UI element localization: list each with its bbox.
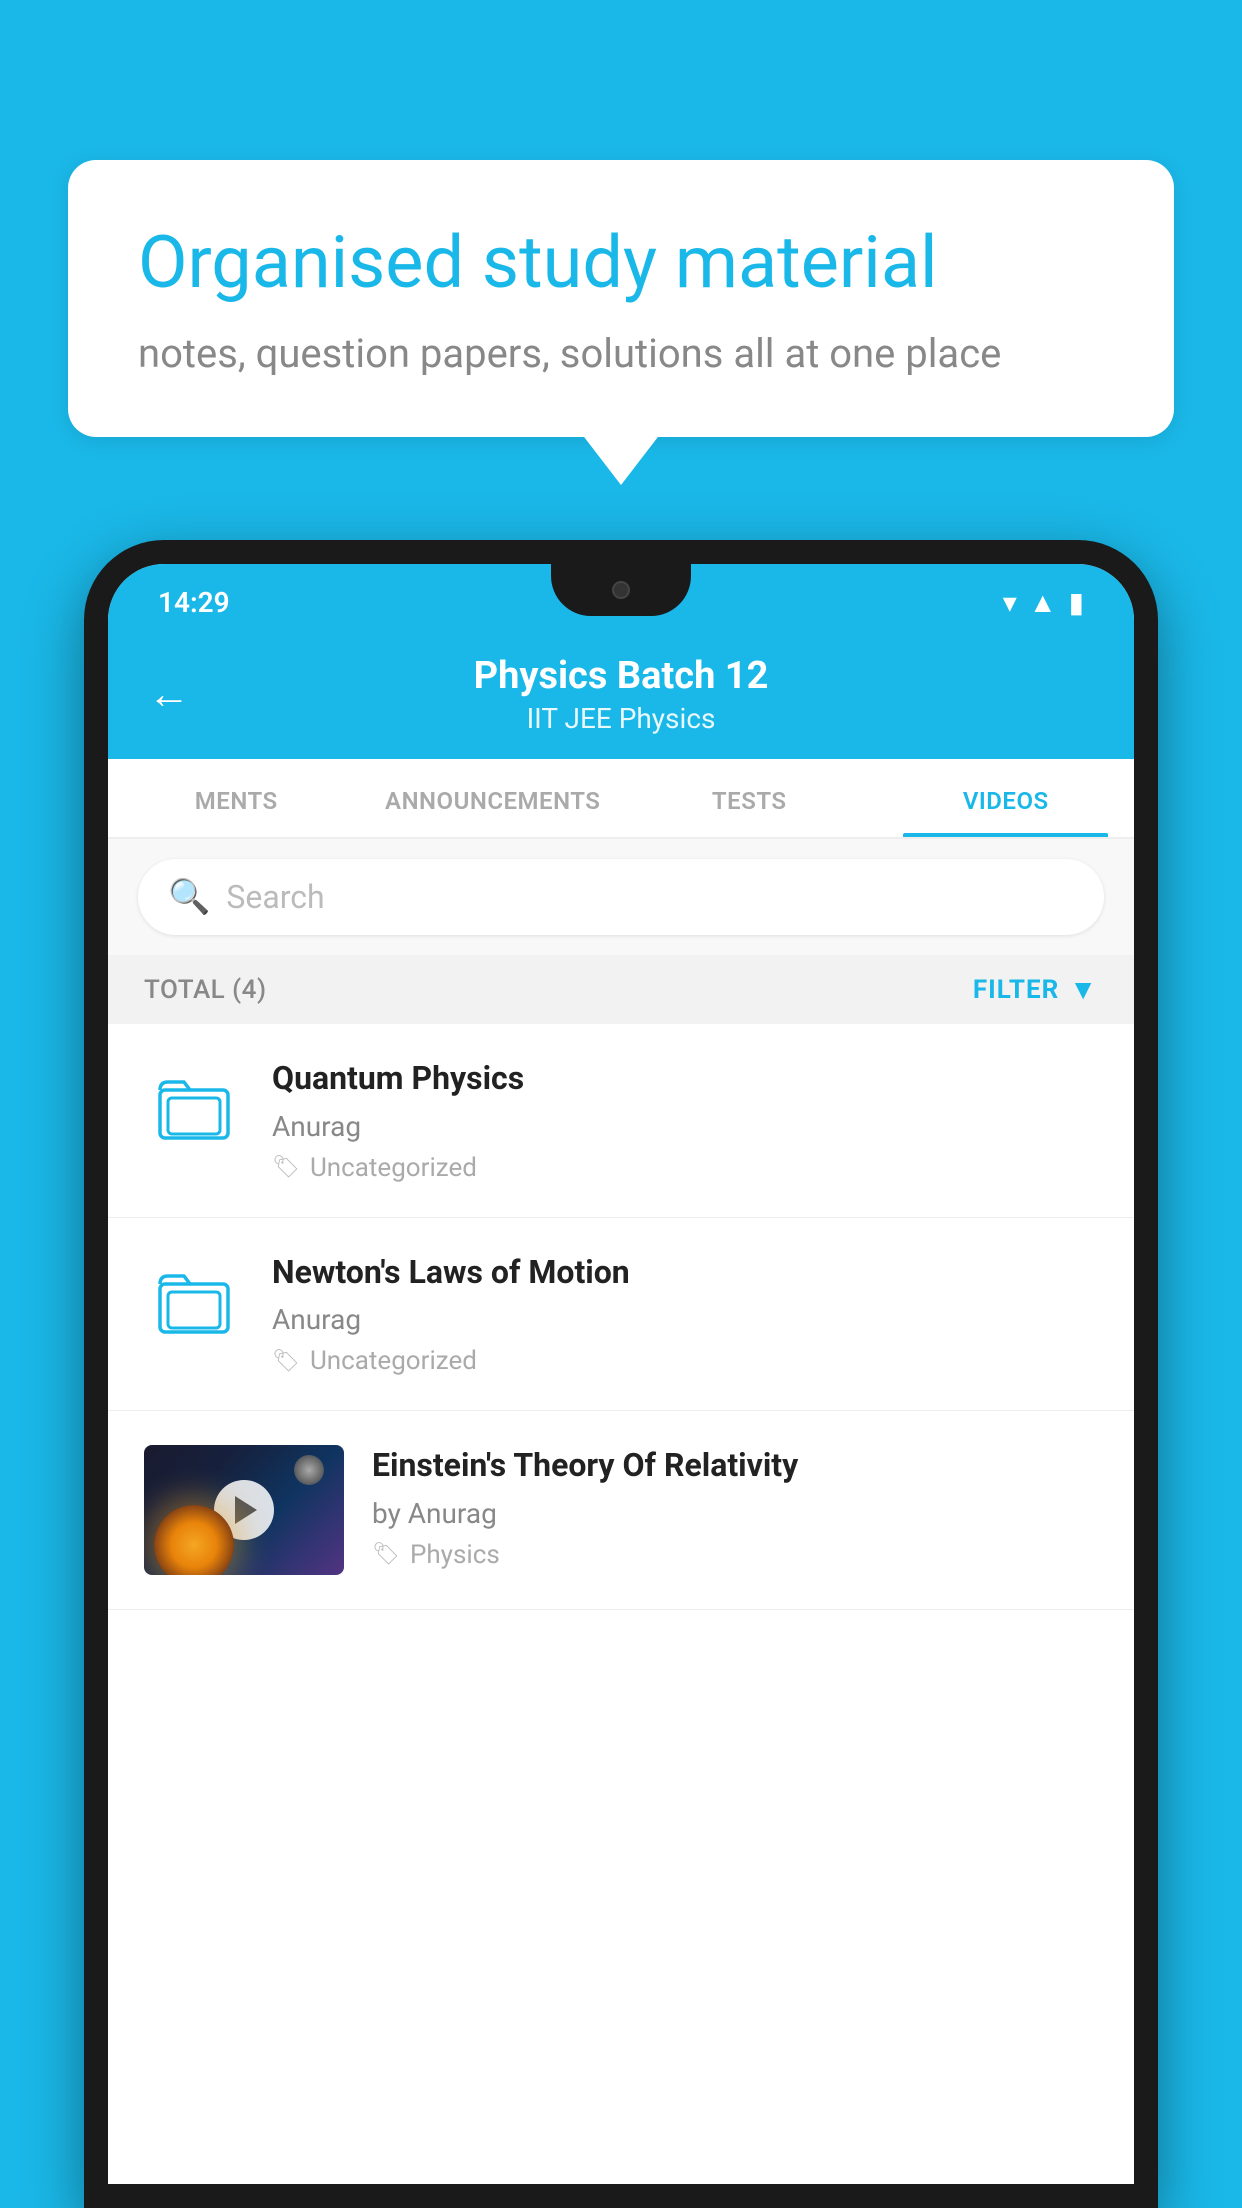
video-thumbnail bbox=[144, 1445, 344, 1575]
camera-dot bbox=[612, 581, 630, 599]
video-author: Anurag bbox=[272, 1303, 1098, 1336]
video-tag: 🏷 Uncategorized bbox=[272, 1153, 1098, 1183]
video-author: by Anurag bbox=[372, 1497, 1098, 1530]
tab-tests[interactable]: TESTS bbox=[621, 759, 878, 837]
video-tag: 🏷 Physics bbox=[372, 1540, 1098, 1570]
header-title-block: Physics Batch 12 IIT JEE Physics bbox=[210, 654, 1032, 735]
phone-frame: 14:29 ▾ ▲ ▮ ← Physics Batch 12 IIT JEE P… bbox=[84, 540, 1158, 2208]
wifi-icon: ▾ bbox=[1003, 586, 1017, 619]
list-item[interactable]: Newton's Laws of Motion Anurag 🏷 Uncateg… bbox=[108, 1218, 1134, 1412]
tabs-bar: MENTS ANNOUNCEMENTS TESTS VIDEOS bbox=[108, 759, 1134, 839]
planet-small-graphic bbox=[294, 1455, 324, 1485]
video-title: Quantum Physics bbox=[272, 1058, 1098, 1100]
filter-label: FILTER bbox=[973, 975, 1059, 1005]
bubble-subtitle: notes, question papers, solutions all at… bbox=[138, 330, 1104, 377]
promo-bubble: Organised study material notes, question… bbox=[68, 160, 1174, 437]
video-list: Quantum Physics Anurag 🏷 Uncategorized bbox=[108, 1024, 1134, 2184]
video-info: Quantum Physics Anurag 🏷 Uncategorized bbox=[272, 1058, 1098, 1183]
search-placeholder: Search bbox=[226, 878, 324, 916]
bubble-title: Organised study material bbox=[138, 220, 1104, 306]
list-item[interactable]: Einstein's Theory Of Relativity by Anura… bbox=[108, 1411, 1134, 1610]
video-title: Einstein's Theory Of Relativity bbox=[372, 1445, 1098, 1487]
tag-icon: 🏷 bbox=[272, 1155, 300, 1180]
tag-icon: 🏷 bbox=[372, 1542, 400, 1567]
status-icons: ▾ ▲ ▮ bbox=[1003, 586, 1084, 619]
phone-screen: 14:29 ▾ ▲ ▮ ← Physics Batch 12 IIT JEE P… bbox=[108, 564, 1134, 2184]
header-main-title: Physics Batch 12 bbox=[210, 654, 1032, 698]
list-item[interactable]: Quantum Physics Anurag 🏷 Uncategorized bbox=[108, 1024, 1134, 1218]
tab-videos[interactable]: VIDEOS bbox=[878, 759, 1135, 837]
folder-icon bbox=[154, 1068, 234, 1148]
total-count: TOTAL (4) bbox=[144, 975, 267, 1005]
status-bar: 14:29 ▾ ▲ ▮ bbox=[108, 564, 1134, 634]
video-info: Newton's Laws of Motion Anurag 🏷 Uncateg… bbox=[272, 1252, 1098, 1377]
tag-text: Physics bbox=[410, 1540, 500, 1570]
tag-text: Uncategorized bbox=[310, 1346, 477, 1376]
back-button[interactable]: ← bbox=[148, 670, 190, 719]
video-tag: 🏷 Uncategorized bbox=[272, 1346, 1098, 1376]
notch bbox=[551, 564, 691, 616]
tag-text: Uncategorized bbox=[310, 1153, 477, 1183]
search-icon: 🔍 bbox=[168, 877, 210, 917]
app-header: ← Physics Batch 12 IIT JEE Physics bbox=[108, 634, 1134, 759]
filter-bar: TOTAL (4) FILTER ▼ bbox=[108, 955, 1134, 1024]
search-container: 🔍 Search bbox=[108, 839, 1134, 955]
tag-icon: 🏷 bbox=[272, 1349, 300, 1374]
bubble-card: Organised study material notes, question… bbox=[68, 160, 1174, 437]
battery-icon: ▮ bbox=[1069, 586, 1084, 619]
filter-icon: ▼ bbox=[1069, 973, 1098, 1006]
status-time: 14:29 bbox=[158, 586, 230, 619]
play-icon bbox=[235, 1496, 257, 1524]
folder-icon-placeholder bbox=[144, 1252, 244, 1352]
tab-ments[interactable]: MENTS bbox=[108, 759, 365, 837]
signal-icon: ▲ bbox=[1029, 586, 1057, 619]
header-subtitle: IIT JEE Physics bbox=[210, 702, 1032, 735]
folder-icon bbox=[154, 1262, 234, 1342]
planet-graphic bbox=[154, 1505, 234, 1575]
tab-announcements[interactable]: ANNOUNCEMENTS bbox=[365, 759, 622, 837]
video-title: Newton's Laws of Motion bbox=[272, 1252, 1098, 1294]
search-bar[interactable]: 🔍 Search bbox=[138, 859, 1104, 935]
video-author: Anurag bbox=[272, 1110, 1098, 1143]
folder-icon-placeholder bbox=[144, 1058, 244, 1158]
video-info: Einstein's Theory Of Relativity by Anura… bbox=[372, 1445, 1098, 1570]
filter-button[interactable]: FILTER ▼ bbox=[973, 973, 1098, 1006]
